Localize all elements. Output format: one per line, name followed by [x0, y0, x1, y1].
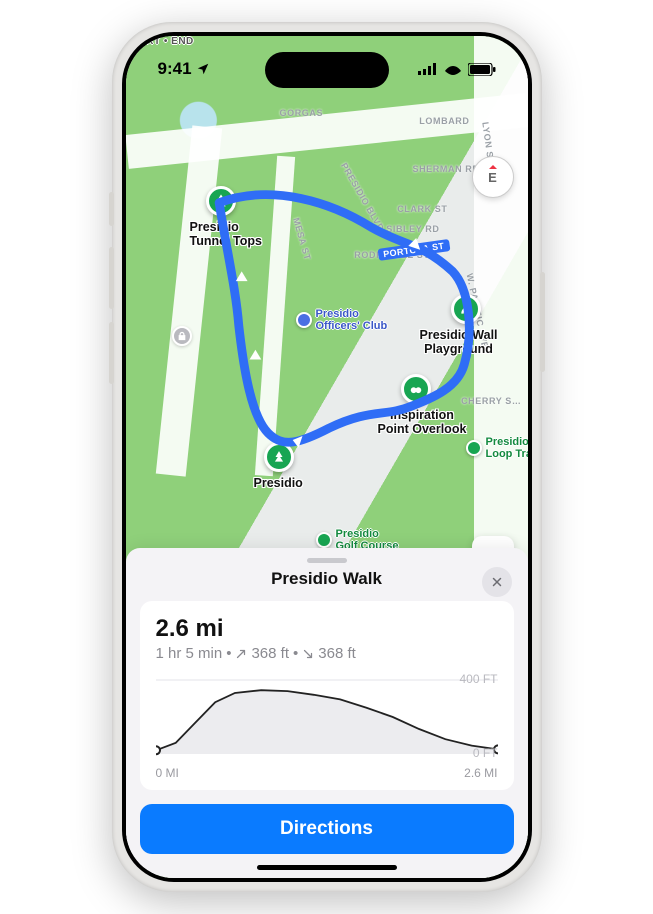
close-icon [491, 576, 503, 588]
volume-down-button[interactable] [109, 322, 114, 384]
silence-switch[interactable] [109, 192, 114, 226]
wifi-icon [444, 63, 462, 76]
route-sheet[interactable]: Presidio Walk 2.6 mi 1 hr 5 min • 368 ft… [126, 548, 528, 878]
location-icon [196, 62, 210, 76]
ascent-icon [235, 648, 247, 660]
elev-min-label: 0 FT [473, 746, 498, 760]
phone-frame: 9:41 [112, 22, 542, 892]
route-title: Presidio Walk [271, 569, 382, 589]
descent-icon [302, 648, 314, 660]
home-indicator[interactable] [257, 865, 397, 870]
bezel: 9:41 [122, 32, 532, 882]
status-time: 9:41 [158, 59, 192, 79]
route-meta: 1 hr 5 min • 368 ft • 368 ft [156, 645, 498, 662]
elev-x-end: 2.6 MI [464, 766, 497, 780]
directions-button[interactable]: Directions [140, 804, 514, 854]
route-distance: 2.6 mi [156, 615, 498, 643]
dynamic-island [265, 52, 389, 88]
sheet-grabber[interactable] [307, 558, 347, 563]
elev-max-label: 400 FT [459, 672, 497, 686]
route-summary-card: 2.6 mi 1 hr 5 min • 368 ft • 368 ft 400 … [140, 601, 514, 790]
elev-x-start: 0 MI [156, 766, 179, 780]
elevation-svg [156, 672, 498, 762]
screen: 9:41 [126, 36, 528, 878]
cellular-icon [418, 63, 438, 75]
close-button[interactable] [482, 567, 512, 597]
battery-icon [468, 63, 496, 76]
volume-up-button[interactable] [109, 247, 114, 309]
route-path [126, 36, 528, 585]
power-button[interactable] [540, 272, 545, 372]
elevation-chart: 400 FT 0 FT 0 MI 2.6 MI [156, 672, 498, 780]
